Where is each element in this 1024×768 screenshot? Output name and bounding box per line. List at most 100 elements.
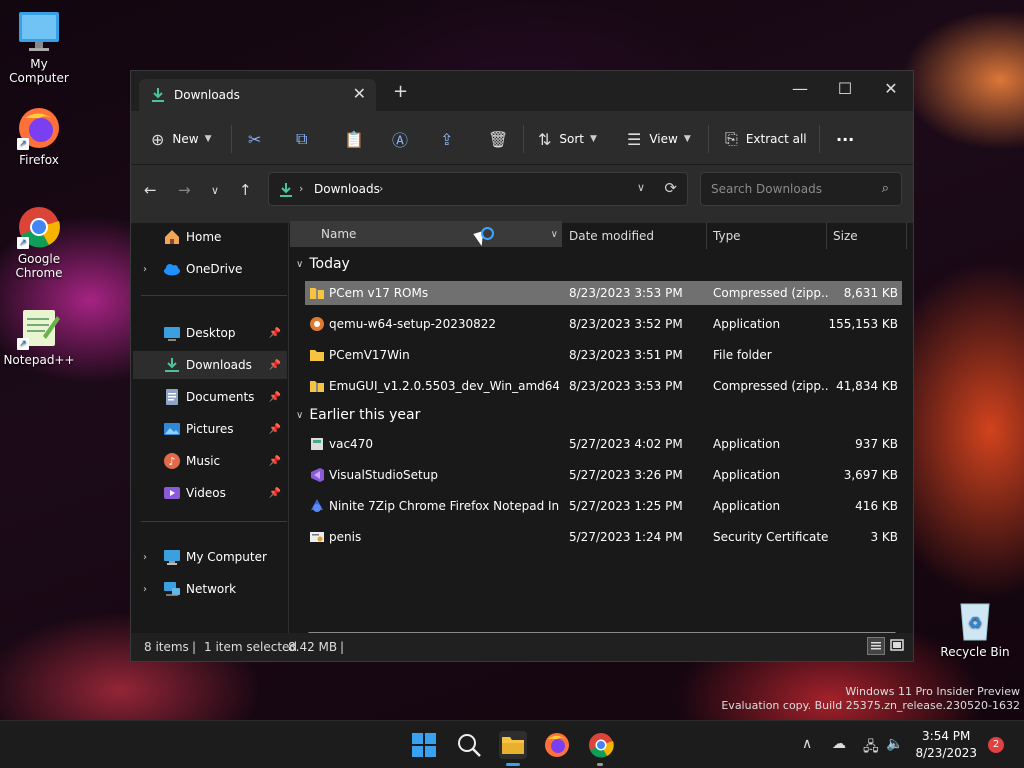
qemu-app-icon bbox=[309, 316, 325, 332]
download-arrow-icon bbox=[279, 182, 293, 201]
column-header-size[interactable]: Size bbox=[833, 223, 903, 249]
group-header-today[interactable]: ∨ Today bbox=[296, 256, 350, 272]
nav-item-desktop[interactable]: Desktop 📌 bbox=[133, 319, 287, 347]
refresh-icon[interactable]: ⟳ bbox=[664, 179, 677, 197]
status-item-count: 8 items bbox=[144, 640, 189, 654]
view-button[interactable]: ☰ View ▼ bbox=[627, 127, 691, 151]
clipboard-icon: 📋 bbox=[344, 129, 364, 149]
expand-chevron-icon[interactable]: › bbox=[143, 584, 147, 595]
cut-button[interactable]: ✂ bbox=[248, 127, 269, 151]
column-header-date-modified[interactable]: Date modified bbox=[569, 223, 699, 249]
expand-chevron-icon[interactable]: › bbox=[143, 552, 147, 563]
search-box: ⌕ bbox=[700, 172, 902, 206]
file-type: Security Certificate bbox=[713, 530, 828, 544]
notification-badge[interactable]: 2 bbox=[988, 737, 1004, 753]
group-header-earlier-this-year[interactable]: ∨ Earlier this year bbox=[296, 407, 420, 423]
table-row[interactable]: PCemV17Win 8/23/2023 3:51 PM File folder bbox=[305, 343, 902, 367]
table-row[interactable]: EmuGUI_v1.2.0.5503_dev_Win_amd64 8/23/20… bbox=[305, 374, 902, 398]
breadcrumb-chevron-icon[interactable]: › bbox=[379, 182, 383, 195]
pin-icon[interactable]: 📌 bbox=[269, 392, 281, 403]
active-app-indicator bbox=[506, 763, 520, 766]
desktop-icon-firefox[interactable]: ↗ Firefox bbox=[1, 106, 77, 167]
taskbar-file-explorer[interactable] bbox=[499, 731, 527, 759]
nav-item-network[interactable]: › Network bbox=[133, 575, 287, 603]
taskbar-firefox[interactable] bbox=[543, 731, 571, 759]
table-row[interactable]: penis 5/27/2023 1:24 PM Security Certifi… bbox=[305, 525, 902, 549]
nav-item-pictures[interactable]: Pictures 📌 bbox=[133, 415, 287, 443]
up-arrow-icon[interactable]: ↑ bbox=[239, 181, 252, 199]
nav-item-label: My Computer bbox=[186, 550, 267, 564]
collapse-chevron-icon[interactable]: ∨ bbox=[296, 410, 303, 421]
sort-button[interactable]: ⇅ Sort ▼ bbox=[538, 127, 597, 151]
desktop-icon-recycle-bin[interactable]: ♻ Recycle Bin bbox=[937, 598, 1013, 659]
recent-locations-chevron-icon[interactable]: ∨ bbox=[211, 184, 219, 197]
shortcut-arrow-icon: ↗ bbox=[17, 338, 29, 350]
search-icon bbox=[458, 734, 481, 757]
nav-item-documents[interactable]: Documents 📌 bbox=[133, 383, 287, 411]
table-row[interactable]: qemu-w64-setup-20230822 8/23/2023 3:52 P… bbox=[305, 312, 902, 336]
details-view-button[interactable] bbox=[867, 637, 885, 655]
address-history-chevron-icon[interactable]: ∨ bbox=[637, 181, 645, 194]
rename-button[interactable]: Ⓐ bbox=[392, 127, 416, 151]
desktop-icon-label: Recycle Bin bbox=[940, 645, 1010, 659]
forward-arrow-icon[interactable]: → bbox=[178, 181, 191, 199]
column-dropdown-chevron-icon[interactable]: ∨ bbox=[551, 229, 558, 240]
new-tab-button[interactable]: + bbox=[393, 81, 408, 102]
search-button[interactable] bbox=[455, 731, 483, 759]
desktop-icon-google-chrome[interactable]: ↗ Google Chrome bbox=[1, 205, 77, 280]
minimize-button[interactable]: — bbox=[777, 75, 823, 103]
tiles-view-button[interactable] bbox=[889, 637, 907, 655]
table-row[interactable]: vac470 5/27/2023 4:02 PM Application 937… bbox=[305, 432, 902, 456]
extract-all-button[interactable]: ⎘ Extract all bbox=[725, 127, 807, 151]
delete-button[interactable]: 🗑 bbox=[488, 127, 516, 151]
new-button[interactable]: ⊕ New ▼ bbox=[151, 127, 212, 151]
onedrive-offline-icon[interactable]: ☁ bbox=[832, 736, 846, 752]
pin-icon[interactable]: 📌 bbox=[269, 360, 281, 371]
column-header-name[interactable]: Name ∨ bbox=[290, 221, 562, 247]
nav-item-videos[interactable]: Videos 📌 bbox=[133, 479, 287, 507]
nav-item-label: Network bbox=[186, 582, 237, 596]
pin-icon[interactable]: 📌 bbox=[269, 328, 281, 339]
collapse-chevron-icon[interactable]: ∨ bbox=[296, 259, 303, 270]
nav-item-onedrive[interactable]: › OneDrive bbox=[133, 255, 287, 283]
address-bar[interactable]: › Downloads › ∨ ⟳ bbox=[268, 172, 688, 206]
nav-item-downloads[interactable]: Downloads 📌 bbox=[133, 351, 287, 379]
nav-item-music[interactable]: ♪ Music 📌 bbox=[133, 447, 287, 475]
tab-downloads[interactable]: Downloads ✕ bbox=[139, 79, 376, 111]
back-arrow-icon[interactable]: ← bbox=[144, 181, 157, 199]
table-row[interactable]: Ninite 7Zip Chrome Firefox Notepad Inst.… bbox=[305, 494, 902, 518]
search-input[interactable] bbox=[702, 174, 872, 204]
file-size: 41,834 KB bbox=[836, 379, 898, 393]
network-icon[interactable]: 🖧 bbox=[863, 736, 879, 760]
more-options-button[interactable]: ··· bbox=[836, 127, 854, 151]
system-clock[interactable]: 3:54 PM 8/23/2023 bbox=[915, 728, 977, 762]
table-row[interactable]: PCem v17 ROMs 8/23/2023 3:53 PM Compress… bbox=[305, 281, 902, 305]
share-button[interactable]: ⇪ bbox=[440, 127, 461, 151]
nav-item-my-computer[interactable]: › My Computer bbox=[133, 543, 287, 571]
close-tab-icon[interactable]: ✕ bbox=[353, 84, 366, 103]
nav-item-label: Home bbox=[186, 230, 222, 244]
volume-icon[interactable]: 🔈 bbox=[886, 736, 903, 752]
breadcrumb-downloads[interactable]: Downloads bbox=[314, 182, 380, 196]
pin-icon[interactable]: 📌 bbox=[269, 456, 281, 467]
desktop-icon-my-computer[interactable]: My Computer bbox=[1, 10, 77, 85]
taskbar-chrome[interactable] bbox=[587, 731, 615, 759]
share-icon: ⇪ bbox=[440, 129, 454, 149]
close-window-button[interactable]: ✕ bbox=[868, 75, 914, 103]
copy-button[interactable]: ⧉ bbox=[296, 127, 315, 151]
search-icon[interactable]: ⌕ bbox=[882, 181, 889, 196]
pin-icon[interactable]: 📌 bbox=[269, 488, 281, 499]
file-size: 155,153 KB bbox=[828, 317, 898, 331]
pin-icon[interactable]: 📌 bbox=[269, 424, 281, 435]
start-button[interactable] bbox=[410, 731, 438, 759]
paste-button[interactable]: 📋 bbox=[344, 127, 372, 151]
column-date-label: Date modified bbox=[569, 229, 655, 243]
maximize-button[interactable]: ☐ bbox=[822, 75, 868, 103]
table-row[interactable]: VisualStudioSetup 5/27/2023 3:26 PM Appl… bbox=[305, 463, 902, 487]
column-header-type[interactable]: Type bbox=[713, 223, 823, 249]
desktop-icon-notepad-plus-plus[interactable]: ↗ Notepad++ bbox=[1, 306, 77, 367]
show-hidden-icons-chevron-icon[interactable]: ∧ bbox=[802, 736, 812, 752]
plus-circle-icon: ⊕ bbox=[151, 129, 165, 149]
nav-item-home[interactable]: Home bbox=[133, 223, 287, 251]
expand-chevron-icon[interactable]: › bbox=[143, 264, 147, 275]
